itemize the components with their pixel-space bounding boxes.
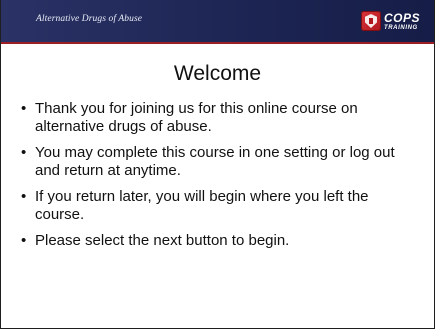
bullet-icon: •: [21, 188, 27, 205]
list-item-text: Please select the next button to begin.: [35, 232, 290, 249]
list-item-text: If you return later, you will begin wher…: [35, 188, 369, 223]
list-item: • Please select the next button to begin…: [21, 232, 411, 250]
cops-training-logo: COPS TRAINING: [360, 9, 420, 33]
list-item-text: You may complete this course in one sett…: [35, 144, 395, 179]
bullet-icon: •: [21, 144, 27, 161]
page-title: Welcome: [173, 62, 262, 85]
logo-sub-text: TRAINING: [383, 24, 418, 31]
list-item-text: Thank you for joining us for this online…: [35, 100, 358, 135]
logo-main-text: COPS: [383, 10, 420, 25]
list-item: • Thank you for joining us for this onli…: [21, 100, 411, 136]
bullet-list: • Thank you for joining us for this onli…: [21, 100, 411, 258]
bullet-icon: •: [21, 232, 27, 249]
logo-text: COPS TRAINING: [384, 12, 420, 31]
badge-icon: [360, 11, 381, 31]
slide: Alternative Drugs of Abuse COPS TRAINING…: [0, 0, 435, 329]
header-bar: Alternative Drugs of Abuse COPS TRAINING: [1, 0, 434, 44]
list-item: • If you return later, you will begin wh…: [21, 188, 411, 224]
bullet-icon: •: [21, 100, 27, 117]
course-title: Alternative Drugs of Abuse: [36, 14, 143, 24]
list-item: • You may complete this course in one se…: [21, 144, 411, 180]
